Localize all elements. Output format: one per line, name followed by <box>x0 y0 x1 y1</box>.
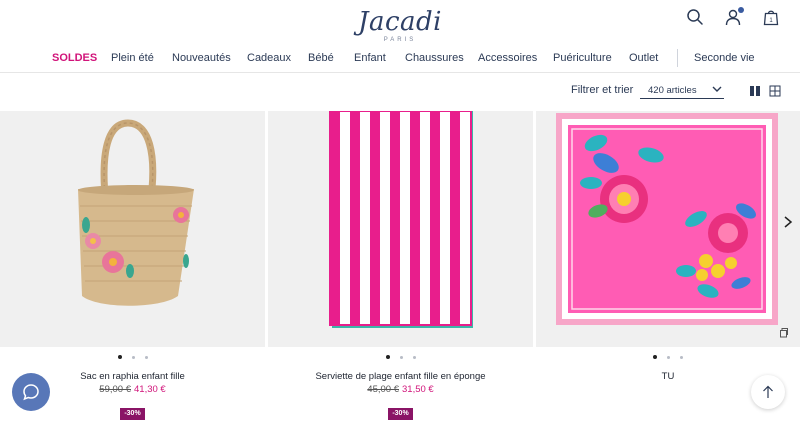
nav-item-outlet[interactable]: Outlet <box>629 52 658 64</box>
search-icon[interactable] <box>686 8 704 26</box>
site-header: Jacadi PARIS 1 SOLDES Plein été Nouveaut… <box>0 0 800 73</box>
nav-item-chaussures[interactable]: Chaussures <box>405 52 464 64</box>
nav-item-soldes[interactable]: SOLDES <box>52 52 97 64</box>
product-image-beach-towel[interactable] <box>268 111 533 347</box>
nav-item-seconde-vie[interactable]: Seconde vie <box>694 52 755 64</box>
image-carousel-dots <box>536 355 800 359</box>
old-price: 45,00 € <box>367 384 399 395</box>
old-price: 59,00 € <box>99 384 131 395</box>
brand-name[interactable]: Jacadi <box>0 8 800 36</box>
chevron-down-icon <box>712 86 722 92</box>
article-count: 420 articles <box>648 85 697 96</box>
chat-button[interactable] <box>12 373 50 411</box>
carousel-dot[interactable] <box>399 355 403 359</box>
product-grid: Sac en raphia enfant fille 59,00 €41,30 … <box>0 111 800 424</box>
carousel-dot[interactable] <box>680 355 683 359</box>
copy-icon[interactable] <box>778 327 789 338</box>
image-carousel-dots <box>0 355 265 359</box>
arrow-up-icon <box>763 385 773 398</box>
nav-item-nouveautes[interactable]: Nouveautés <box>172 52 231 64</box>
sale-price: 31,50 € <box>402 384 434 395</box>
nav-item-accessoires[interactable]: Accessoires <box>478 52 537 64</box>
carousel-dot[interactable] <box>117 355 122 359</box>
discount-badge-wrap: -30% <box>268 402 533 420</box>
brand-logo[interactable]: Jacadi PARIS <box>0 8 800 44</box>
product-card[interactable]: Serviette de plage enfant fille en épong… <box>268 111 533 424</box>
product-image-raffia-bag[interactable] <box>0 111 265 347</box>
cart-icon[interactable]: 1 <box>762 8 780 26</box>
header-icons: 1 <box>686 7 780 26</box>
discount-badge: -30% <box>120 408 145 420</box>
image-carousel-dots <box>268 355 533 359</box>
nav-divider <box>677 49 678 67</box>
nav-item-bebe[interactable]: Bébé <box>308 52 334 64</box>
grid-two-columns-icon[interactable] <box>749 85 761 97</box>
nav-item-plein-ete[interactable]: Plein été <box>111 52 154 64</box>
filter-sort-button[interactable]: Filtrer et trier <box>571 84 633 96</box>
carousel-dot[interactable] <box>131 355 135 359</box>
chat-bubble-icon <box>23 384 39 401</box>
grid-four-columns-icon[interactable] <box>769 85 781 97</box>
carousel-dot[interactable] <box>667 355 670 359</box>
nav-item-cadeaux[interactable]: Cadeaux <box>247 52 291 64</box>
product-name[interactable]: Serviette de plage enfant fille en épong… <box>268 371 533 382</box>
product-image-scarf[interactable] <box>536 111 800 347</box>
sale-price: 41,30 € <box>134 384 166 395</box>
product-price: 45,00 €31,50 € <box>268 384 533 395</box>
user-icon[interactable] <box>724 7 744 26</box>
discount-badge: -30% <box>388 408 413 420</box>
cart-count: 1 <box>769 18 773 24</box>
listing-toolbar: Filtrer et trier 420 articles <box>0 82 800 100</box>
article-count-select[interactable]: 420 articles <box>640 82 724 99</box>
nav-item-enfant[interactable]: Enfant <box>354 52 386 64</box>
nav-item-puericulture[interactable]: Puériculture <box>553 52 612 64</box>
user-status-dot <box>738 7 744 13</box>
brand-subtitle: PARIS <box>383 37 417 43</box>
carousel-dot[interactable] <box>412 355 416 359</box>
carousel-dot[interactable] <box>144 355 148 359</box>
back-to-top-button[interactable] <box>751 375 785 409</box>
chevron-right-icon[interactable] <box>782 215 794 229</box>
main-nav: SOLDES Plein été Nouveautés Cadeaux Bébé… <box>0 49 800 67</box>
carousel-dot[interactable] <box>385 355 390 359</box>
carousel-dot[interactable] <box>653 355 657 359</box>
